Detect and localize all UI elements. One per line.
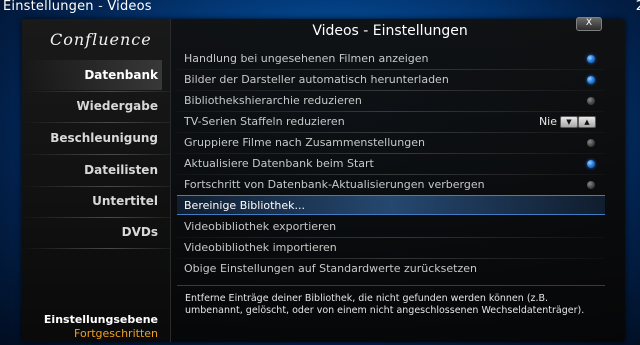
description-divider <box>177 285 605 286</box>
sidebar-item-beschleunigung[interactable]: Beschleunigung <box>22 123 162 153</box>
triangle-down-icon: ▼ <box>566 118 572 126</box>
action-export-library[interactable]: Videobibliothek exportieren <box>177 217 605 237</box>
spinner-value: Nie <box>538 115 557 128</box>
close-button[interactable]: X <box>576 17 602 31</box>
setting-label: Bibliothekshierarchie reduzieren <box>184 94 362 107</box>
setting-group-movies[interactable]: Gruppiere Filme nach Zusammenstellungen <box>177 133 605 153</box>
setting-flatten-seasons[interactable]: TV-Serien Staffeln reduzieren Nie ▼ ▲ <box>177 112 605 132</box>
setting-label: Handlung bei ungesehenen Filmen anzeigen <box>184 52 429 65</box>
action-clean-library[interactable]: Bereinige Bibliothek... <box>177 195 605 215</box>
sidebar-item-label: Dateilisten <box>84 163 158 177</box>
setting-label: Bereinige Bibliothek... <box>184 199 306 212</box>
sidebar-divider <box>22 248 170 249</box>
setting-label: Fortschritt von Datenbank-Aktualisierung… <box>184 178 485 191</box>
radio-on-icon[interactable] <box>587 160 595 168</box>
spinner-down-button[interactable]: ▼ <box>560 116 578 128</box>
settings-level-value[interactable]: Fortgeschritten <box>22 327 158 340</box>
setting-update-on-start[interactable]: Aktualisiere Datenbank beim Start <box>177 154 605 174</box>
setting-label: Bilder der Darsteller automatisch herunt… <box>184 73 449 86</box>
action-import-library[interactable]: Videobibliothek importieren <box>177 238 605 258</box>
setting-show-plot[interactable]: Handlung bei ungesehenen Filmen anzeigen <box>177 49 605 69</box>
radio-off-icon[interactable] <box>587 139 595 147</box>
sidebar-item-datenbank[interactable]: Datenbank <box>22 60 162 90</box>
sidebar-item-dvds[interactable]: DVDs <box>22 217 162 247</box>
setting-label: TV-Serien Staffeln reduzieren <box>184 115 345 128</box>
setting-flatten-hierarchy[interactable]: Bibliothekshierarchie reduzieren <box>177 91 605 111</box>
close-icon: X <box>585 18 593 28</box>
clock: 2 <box>635 0 640 14</box>
settings-level-label: Einstellungsebene <box>43 313 158 326</box>
triangle-up-icon: ▲ <box>584 118 590 126</box>
sidebar-item-dateilisten[interactable]: Dateilisten <box>22 155 162 185</box>
app-logo: Confluence <box>50 30 152 49</box>
radio-off-icon[interactable] <box>587 181 595 189</box>
action-reset-defaults[interactable]: Obige Einstellungen auf Standardwerte zu… <box>177 259 605 279</box>
sidebar-item-label: Untertitel <box>92 194 158 208</box>
setting-description: Entferne Einträge deiner Bibliothek, die… <box>185 293 585 316</box>
radio-on-icon[interactable] <box>587 76 595 84</box>
sidebar-item-label: Datenbank <box>84 68 158 82</box>
radio-off-icon[interactable] <box>587 97 595 105</box>
sidebar-item-untertitel[interactable]: Untertitel <box>22 186 162 216</box>
sidebar-item-label: Wiedergabe <box>76 99 158 113</box>
setting-actor-thumbs[interactable]: Bilder der Darsteller automatisch herunt… <box>177 70 605 90</box>
dialog-title: Videos - Einstellungen <box>312 23 468 39</box>
breadcrumb-section: Einstellungen <box>3 0 94 14</box>
sidebar-item-wiedergabe[interactable]: Wiedergabe <box>22 91 162 121</box>
setting-label: Obige Einstellungen auf Standardwerte zu… <box>184 262 477 275</box>
setting-label: Aktualisiere Datenbank beim Start <box>184 157 374 170</box>
top-bar: Einstellungen - Videos 2 <box>0 0 640 14</box>
sidebar-item-label: DVDs <box>121 225 158 239</box>
breadcrumb-page: Videos <box>107 0 152 14</box>
setting-label: Videobibliothek importieren <box>184 241 337 254</box>
setting-label: Gruppiere Filme nach Zusammenstellungen <box>184 136 425 149</box>
radio-on-icon[interactable] <box>587 55 595 63</box>
breadcrumb: Einstellungen - Videos <box>3 0 152 14</box>
setting-hide-progress[interactable]: Fortschritt von Datenbank-Aktualisierung… <box>177 175 605 195</box>
setting-label: Videobibliothek exportieren <box>184 220 337 233</box>
spinner-up-button[interactable]: ▲ <box>578 116 596 128</box>
breadcrumb-separator: - <box>98 0 103 14</box>
sidebar-item-label: Beschleunigung <box>50 131 158 145</box>
